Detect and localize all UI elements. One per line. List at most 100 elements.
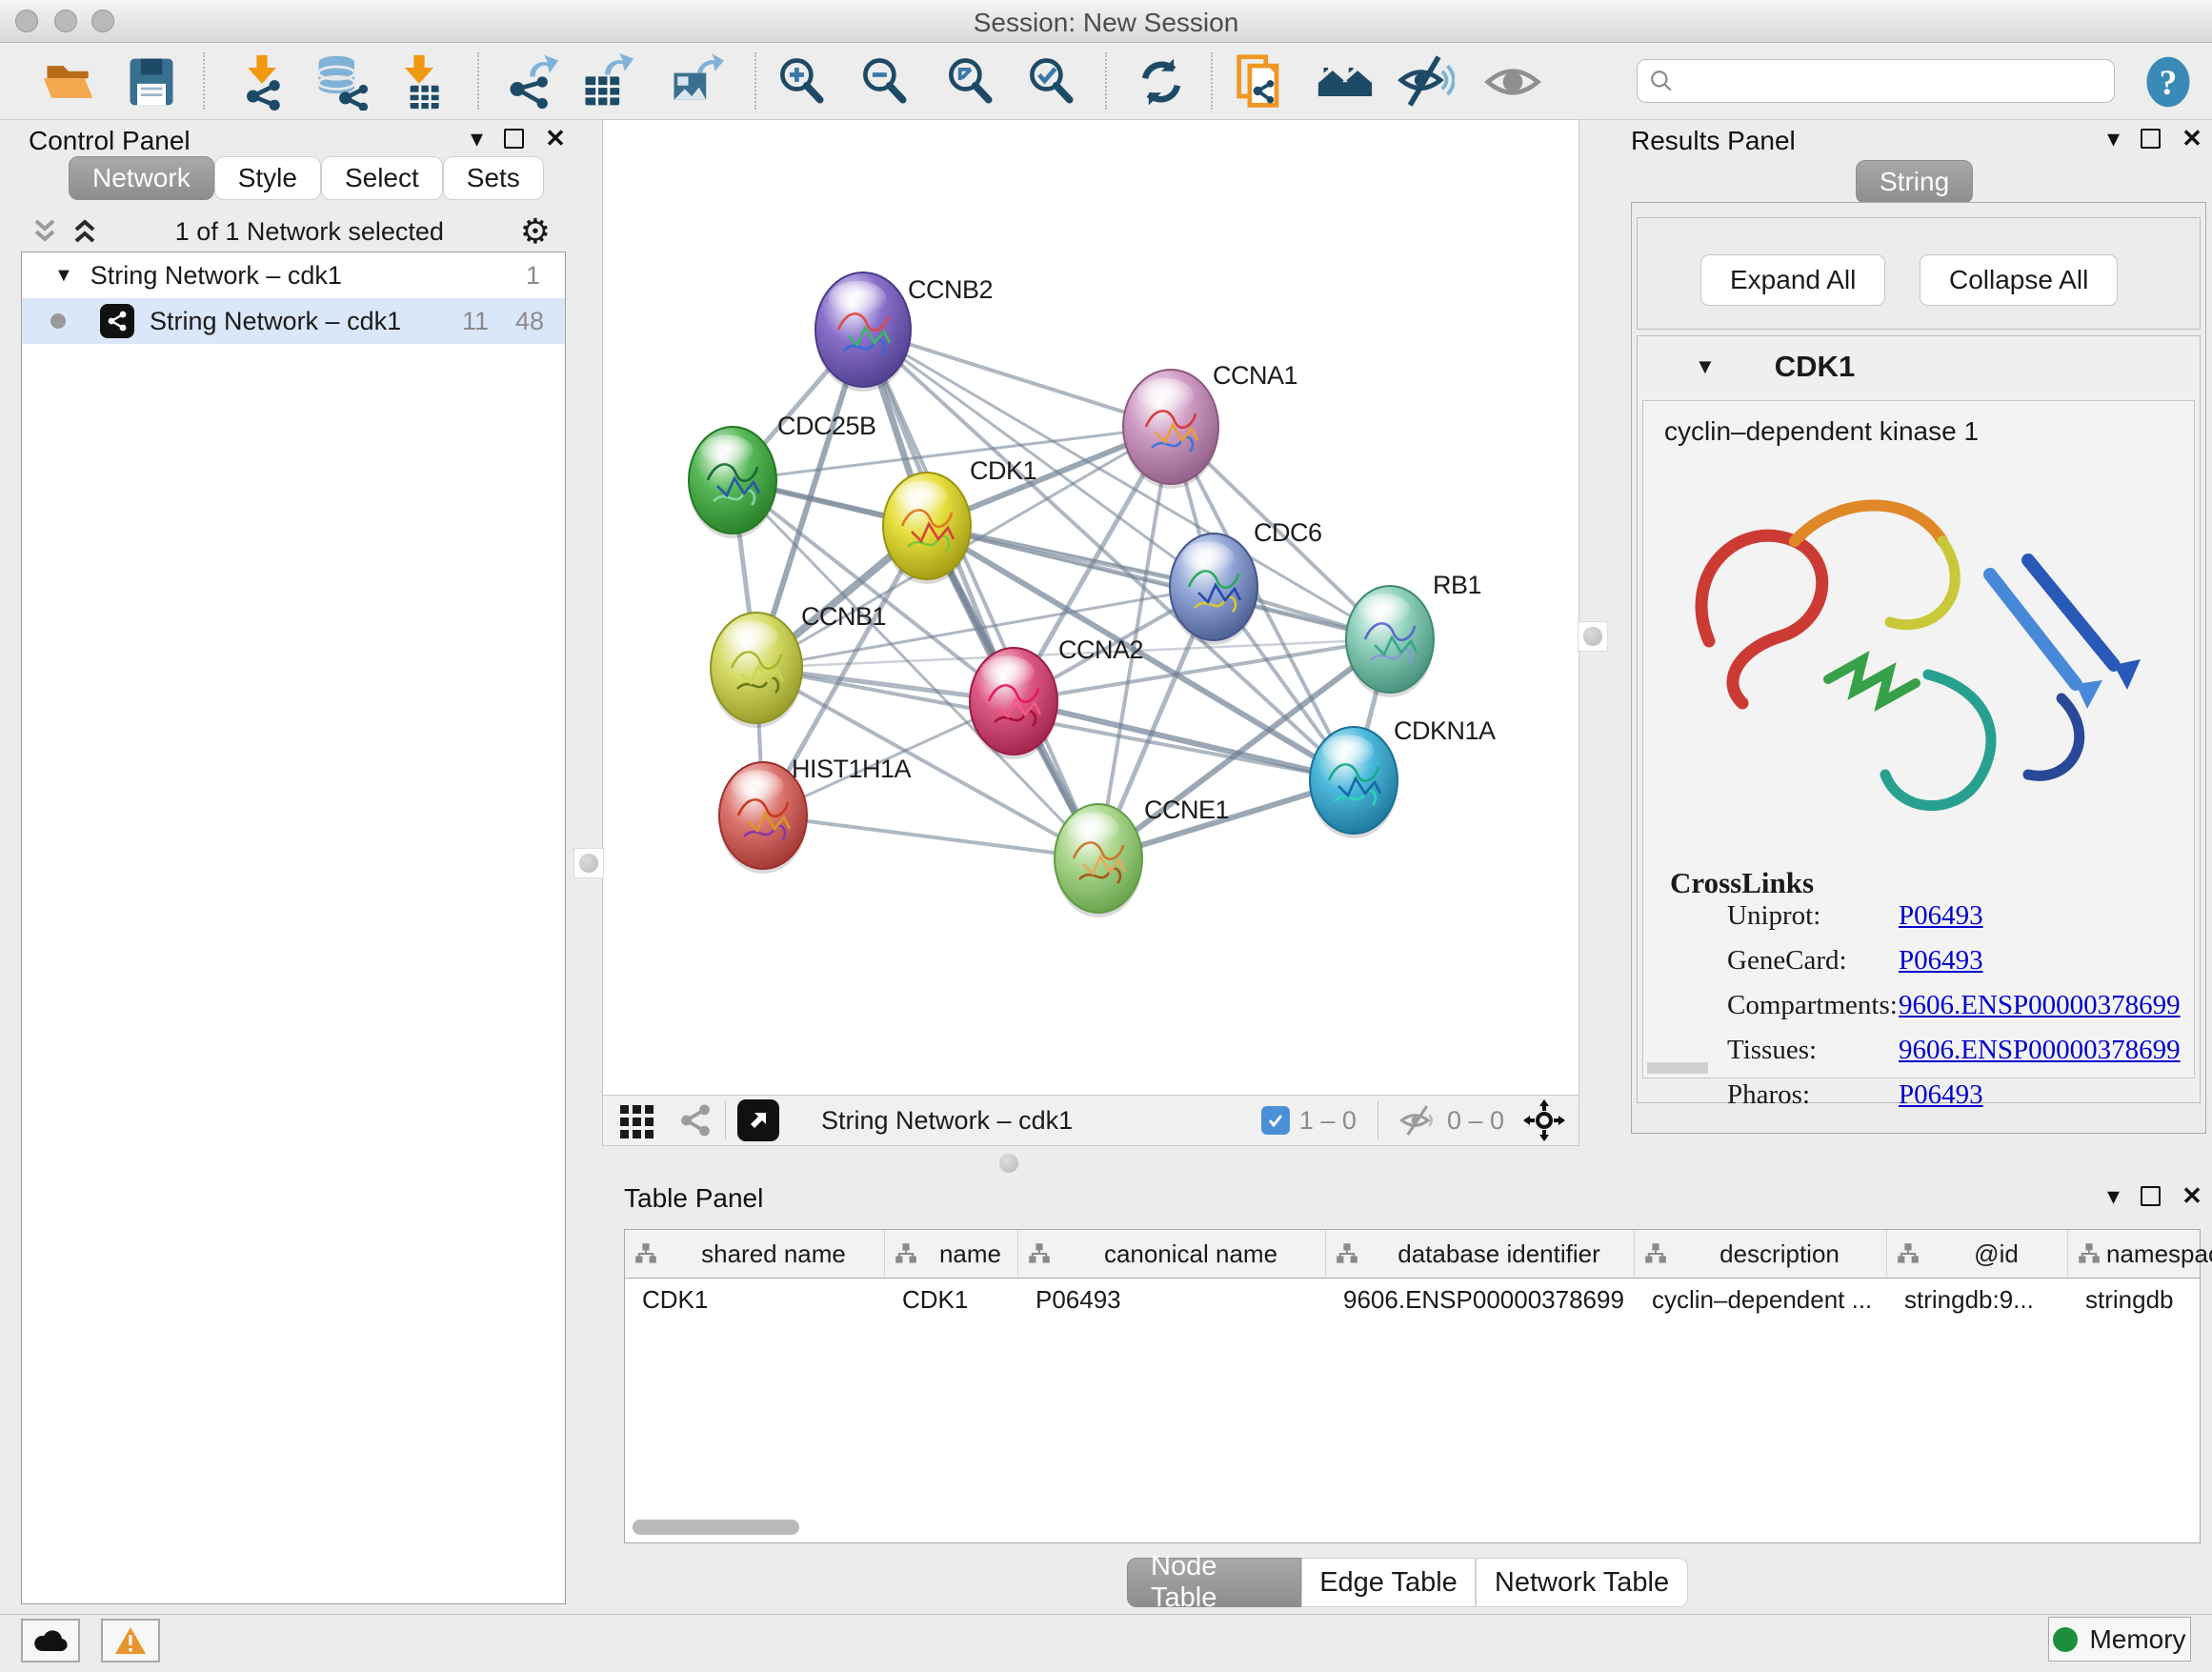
zoom-out-button[interactable]	[854, 50, 916, 113]
search-input[interactable]	[1681, 63, 2114, 99]
show-all-button[interactable]	[1481, 50, 1544, 113]
network-node-ccnb2[interactable]: CCNB2	[815, 272, 993, 392]
tab-node-table[interactable]: Node Table	[1127, 1558, 1301, 1607]
import-network-file-button[interactable]	[231, 50, 293, 113]
crosslink-value-link[interactable]: P06493	[1899, 900, 1983, 932]
grid-view-icon[interactable]	[618, 1101, 656, 1139]
network-node-hist1h1a[interactable]: HIST1H1A	[719, 755, 912, 874]
cell-database-identifier[interactable]: 9606.ENSP00000378699	[1326, 1285, 1635, 1315]
crosslink-value-link[interactable]: 9606.ENSP00000378699	[1899, 990, 2181, 1021]
network-graph[interactable]: CCNB2CCNA1CDC25BCDK1CDC6RB1CCNB1CCNA2CDK…	[603, 120, 1579, 1095]
network-node-cdkn1a[interactable]: CDKN1A	[1310, 716, 1496, 838]
crosslink-value-link[interactable]: P06493	[1899, 945, 1983, 977]
search-field[interactable]	[1637, 59, 2115, 103]
open-folder-icon	[40, 53, 97, 111]
warning-status-button[interactable]	[101, 1619, 160, 1662]
hidden-eye-icon[interactable]	[1399, 1104, 1438, 1137]
tab-string[interactable]: String	[1856, 160, 1973, 204]
tab-network[interactable]: Network	[69, 156, 214, 200]
cell-namespace[interactable]: stringdb	[2068, 1285, 2212, 1315]
cell--id[interactable]: stringdb:9...	[1887, 1285, 2068, 1315]
results-hscroll[interactable]	[1647, 1062, 1708, 1074]
window-titlebar: Session: New Session	[0, 0, 2212, 43]
gene-description: cyclin–dependent kinase 1	[1664, 416, 2194, 447]
tab-select[interactable]: Select	[321, 156, 443, 200]
birdseye-toggle[interactable]	[737, 1099, 779, 1141]
tree-expander-icon[interactable]: ▼	[54, 265, 73, 287]
network-node-cdk1[interactable]: CDK1	[883, 456, 1036, 584]
table-panel-menu-button[interactable]: ▾	[2107, 1183, 2120, 1208]
crosslink-value-link[interactable]: 9606.ENSP00000378699	[1899, 1035, 2181, 1066]
column-header-canonical-name[interactable]: canonical name	[1018, 1230, 1326, 1278]
zoom-fit-button[interactable]	[939, 50, 1002, 113]
cell-description[interactable]: cyclin–dependent ...	[1635, 1285, 1887, 1315]
zoom-selected-button[interactable]	[1020, 50, 1083, 113]
network-overview-button[interactable]	[1314, 50, 1377, 113]
results-panel-close-button[interactable]: ✕	[2182, 126, 2202, 151]
apply-layout-button[interactable]	[1130, 50, 1193, 113]
table-panel-close-button[interactable]: ✕	[2182, 1183, 2202, 1208]
network-edge-HIST1H1A-CCNE1[interactable]	[763, 816, 1098, 858]
crosslink-row: Tissues:9606.ENSP00000378699	[1643, 1035, 2194, 1079]
tab-style[interactable]: Style	[214, 156, 321, 200]
results-panel-menu-button[interactable]: ▾	[2107, 126, 2120, 151]
column-header-description[interactable]: description	[1635, 1230, 1887, 1278]
control-panel-float-button[interactable]	[504, 129, 524, 149]
network-options-gear-icon[interactable]: ⚙	[520, 212, 551, 252]
control-panel-close-button[interactable]: ✕	[545, 126, 566, 151]
memory-button[interactable]: Memory	[2048, 1617, 2191, 1662]
zoom-in-button[interactable]	[771, 50, 834, 113]
expand-all-chevron-icon[interactable]	[70, 219, 99, 244]
share-network-gray-icon[interactable]	[677, 1102, 714, 1138]
column-header--id[interactable]: @id	[1887, 1230, 2068, 1278]
collapse-all-chevron-icon[interactable]	[30, 219, 59, 244]
cell-shared-name[interactable]: CDK1	[625, 1285, 885, 1315]
network-row-selected[interactable]: String Network – cdk1 11 48	[22, 298, 565, 344]
network-canvas[interactable]: CCNB2CCNA1CDC25BCDK1CDC6RB1CCNB1CCNA2CDK…	[602, 119, 1579, 1096]
cloud-status-button[interactable]	[21, 1619, 80, 1662]
export-network-button[interactable]	[500, 50, 563, 113]
duplicate-network-button[interactable]	[1231, 50, 1294, 113]
crosslinks-list: Uniprot:P06493GeneCard:P06493Compartment…	[1643, 900, 2194, 1124]
export-table-button[interactable]	[575, 50, 638, 113]
save-session-button[interactable]	[120, 50, 183, 113]
tab-edge-table[interactable]: Edge Table	[1301, 1558, 1476, 1607]
network-node-rb1[interactable]: RB1	[1346, 571, 1481, 697]
fit-crosshair-icon[interactable]	[1523, 1099, 1565, 1141]
import-network-database-button[interactable]	[309, 50, 372, 113]
column-header-name[interactable]: name	[885, 1230, 1018, 1278]
crosslink-label: Uniprot:	[1727, 900, 1820, 932]
network-collection-row[interactable]: ▼ String Network – cdk1 1	[22, 252, 565, 298]
tab-sets[interactable]: Sets	[443, 156, 544, 200]
expand-all-button[interactable]: Expand All	[1700, 254, 1885, 306]
table-hscrollbar[interactable]	[633, 1520, 799, 1535]
cell-canonical-name[interactable]: P06493	[1018, 1285, 1326, 1315]
help-button[interactable]: ?	[2137, 50, 2200, 113]
network-node-cdc6[interactable]: CDC6	[1170, 518, 1322, 645]
control-panel-menu-button[interactable]: ▾	[471, 126, 483, 151]
network-type-badge	[100, 304, 134, 338]
gene-expander-icon[interactable]: ▼	[1695, 354, 1716, 379]
network-node-ccne1[interactable]: CCNE1	[1055, 796, 1229, 917]
results-panel-float-button[interactable]	[2141, 129, 2161, 149]
network-node-ccna1[interactable]: CCNA1	[1123, 361, 1297, 489]
right-splitter-handle[interactable]	[1578, 621, 1608, 652]
selected-checkbox[interactable]	[1261, 1106, 1290, 1135]
hide-selected-button[interactable]	[1395, 50, 1458, 113]
left-splitter-handle[interactable]	[573, 848, 604, 878]
column-header-namespace[interactable]: namespace	[2068, 1230, 2212, 1278]
column-header-shared-name[interactable]: shared name	[625, 1230, 885, 1278]
table-row[interactable]: CDK1CDK1P064939606.ENSP00000378699cyclin…	[625, 1279, 2200, 1320]
open-session-button[interactable]	[37, 50, 100, 113]
network-node-ccnb1[interactable]: CCNB1	[711, 602, 886, 728]
horizontal-splitter-handle[interactable]	[995, 1149, 1023, 1178]
import-table-button[interactable]	[388, 50, 451, 113]
tab-network-table[interactable]: Network Table	[1476, 1558, 1688, 1607]
crosslink-value-link[interactable]: P06493	[1899, 1079, 1983, 1111]
table-panel-float-button[interactable]	[2141, 1186, 2161, 1206]
cell-name[interactable]: CDK1	[885, 1285, 1018, 1315]
gene-header-row[interactable]: ▼ CDK1	[1638, 336, 2200, 397]
column-header-database-identifier[interactable]: database identifier	[1326, 1230, 1635, 1278]
collapse-all-button[interactable]: Collapse All	[1920, 254, 2118, 306]
export-image-button[interactable]	[664, 50, 727, 113]
